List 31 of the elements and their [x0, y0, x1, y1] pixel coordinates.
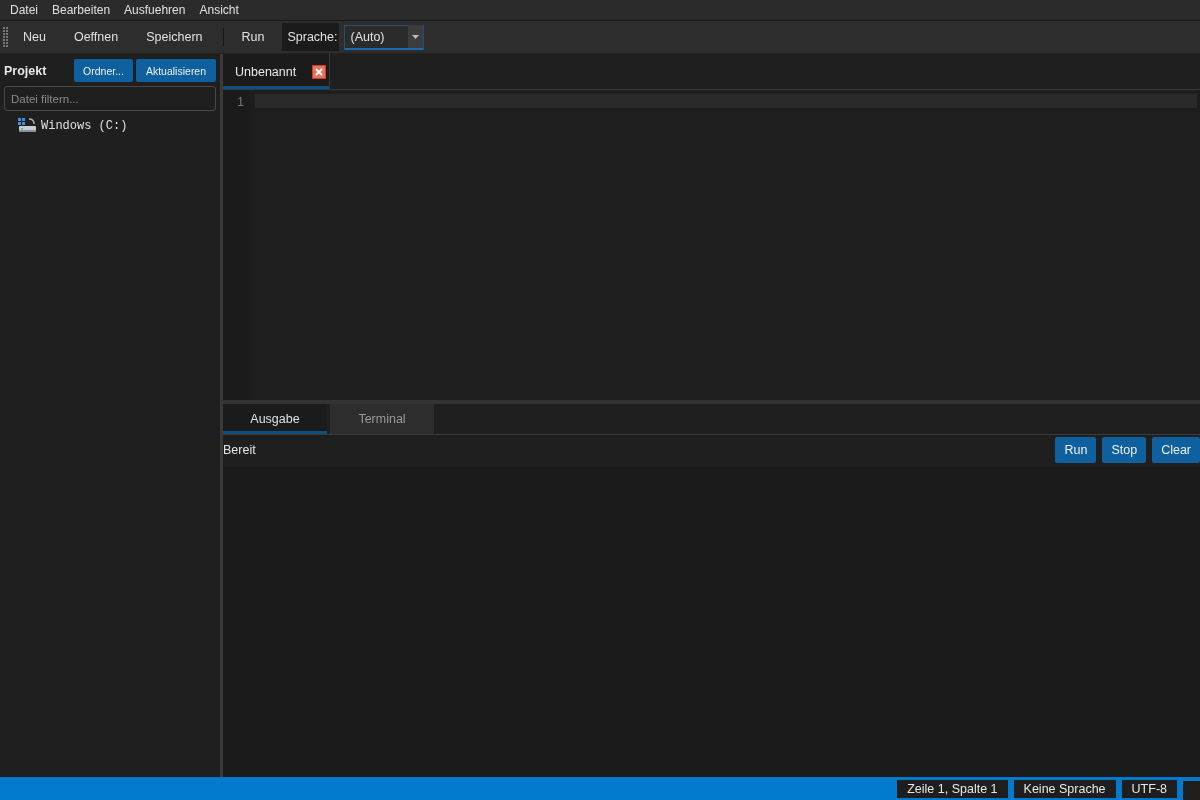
drive-icon [18, 118, 36, 133]
status-bar-segment [1183, 781, 1200, 800]
editor-tab[interactable]: Unbenannt [223, 54, 330, 89]
language-label: Sprache: [282, 23, 340, 51]
menu-item[interactable]: Bearbeiten [45, 3, 118, 17]
menu-item[interactable]: Ansicht [192, 3, 246, 17]
status-item: UTF-8 [1121, 780, 1177, 798]
status-item: Keine Sprache [1013, 780, 1116, 798]
caret-icon [408, 25, 424, 48]
output-button[interactable]: Clear [1152, 437, 1200, 463]
toolbar-button[interactable]: Neu [9, 23, 60, 51]
language-select[interactable]: (Auto) [344, 24, 425, 50]
toolbar-grip-icon[interactable] [3, 27, 8, 47]
filter-field[interactable]: Datei filtern... [4, 86, 216, 111]
panel-button[interactable]: Ordner... [74, 59, 133, 82]
menu-item[interactable]: Ausfuehren [117, 3, 193, 17]
output-tab[interactable]: Ausgabe [223, 404, 327, 434]
line-number: 1 [237, 95, 245, 109]
toolbar-button[interactable]: Run [227, 23, 279, 51]
output-status: Bereit [223, 443, 256, 457]
panel-button[interactable]: Aktualisieren [136, 59, 216, 82]
panel-title: Projekt [4, 63, 47, 78]
output-button[interactable]: Run [1055, 437, 1097, 463]
tree-item[interactable]: Windows (C:) [0, 117, 178, 134]
toolbar-button[interactable]: Speichern [132, 23, 217, 51]
output-button[interactable]: Stop [1102, 437, 1147, 463]
close-icon[interactable] [312, 64, 326, 79]
output-tab[interactable]: Terminal [330, 404, 434, 434]
menu-item[interactable]: Datei [3, 3, 45, 17]
status-item: Zeile 1, Spalte 1 [897, 780, 1008, 798]
toolbar-button[interactable]: Oeffnen [59, 23, 133, 51]
